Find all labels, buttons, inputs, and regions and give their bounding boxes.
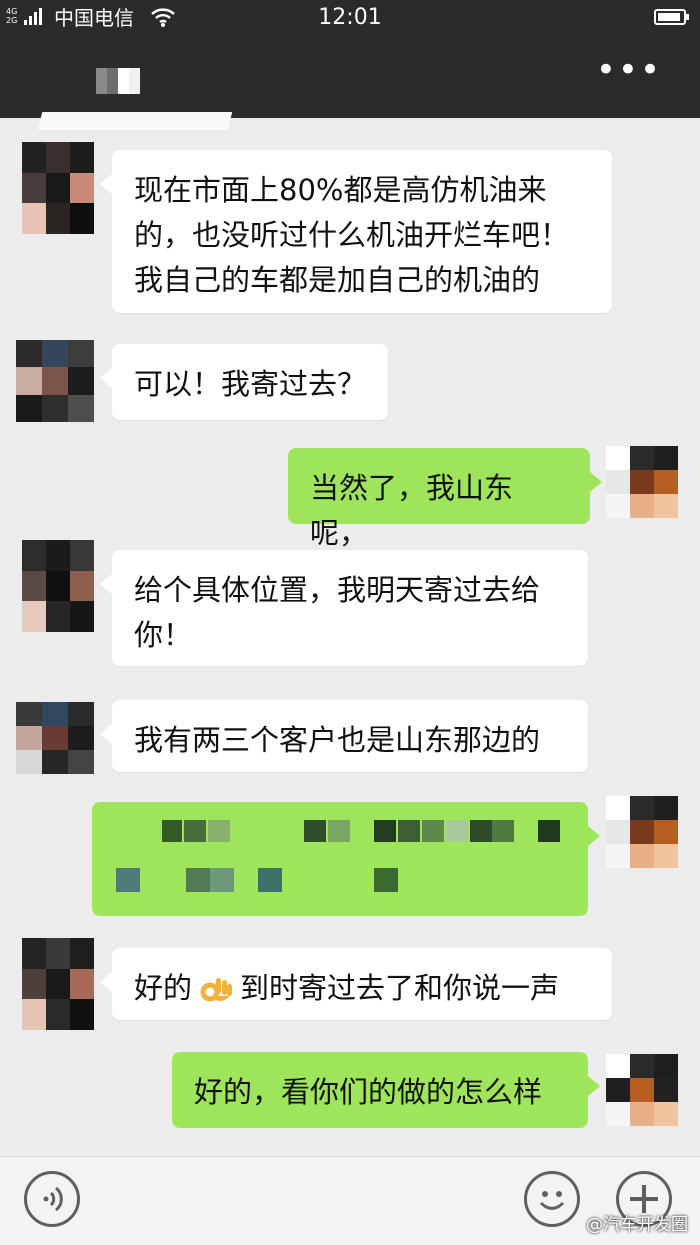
user-avatar[interactable] xyxy=(606,446,678,518)
sent-message-redacted[interactable] xyxy=(92,802,600,916)
emoji-face-icon[interactable] xyxy=(524,1171,580,1227)
sent-message[interactable]: 好的，看你们的做的怎么样 xyxy=(172,1052,600,1128)
status-time: 12:01 xyxy=(318,5,382,30)
received-message[interactable]: 好的 到时寄过去了和你说一声 xyxy=(100,948,612,1020)
status-bar: 4G 2G 中国电信 12:01 xyxy=(0,0,700,36)
user-avatar[interactable] xyxy=(606,1054,678,1126)
received-message[interactable]: 我有两三个客户也是山东那边的 xyxy=(100,700,588,772)
received-message[interactable]: 现在市面上80%都是高仿机油来的，也没听过什么机油开烂车吧！我自己的车都是加自己… xyxy=(100,150,612,313)
contact-avatar[interactable] xyxy=(16,340,94,422)
contact-avatar[interactable] xyxy=(16,702,94,774)
contact-avatar[interactable] xyxy=(22,938,94,1030)
more-icon[interactable]: ••• xyxy=(596,53,662,87)
voice-icon[interactable] xyxy=(24,1171,80,1227)
user-avatar[interactable] xyxy=(606,796,678,868)
ok-hand-emoji xyxy=(198,972,234,1008)
message-text: 好的 xyxy=(134,971,193,1005)
contact-avatar[interactable] xyxy=(22,142,94,234)
sent-message[interactable]: 当然了，我山东呢， xyxy=(288,448,602,550)
received-message[interactable]: 给个具体位置，我明天寄过去给你！ xyxy=(100,550,588,666)
input-bar: @汽车开发圈 xyxy=(0,1156,700,1245)
battery-icon xyxy=(654,9,689,25)
received-message[interactable]: 可以！我寄过去？ xyxy=(100,344,388,420)
watermark: @汽车开发圈 xyxy=(586,1215,688,1235)
message-text: 到时寄过去了和你说一声 xyxy=(240,971,560,1005)
contact-avatar[interactable] xyxy=(22,540,94,632)
torn-edge xyxy=(37,112,233,130)
contact-name-redacted xyxy=(96,68,140,94)
